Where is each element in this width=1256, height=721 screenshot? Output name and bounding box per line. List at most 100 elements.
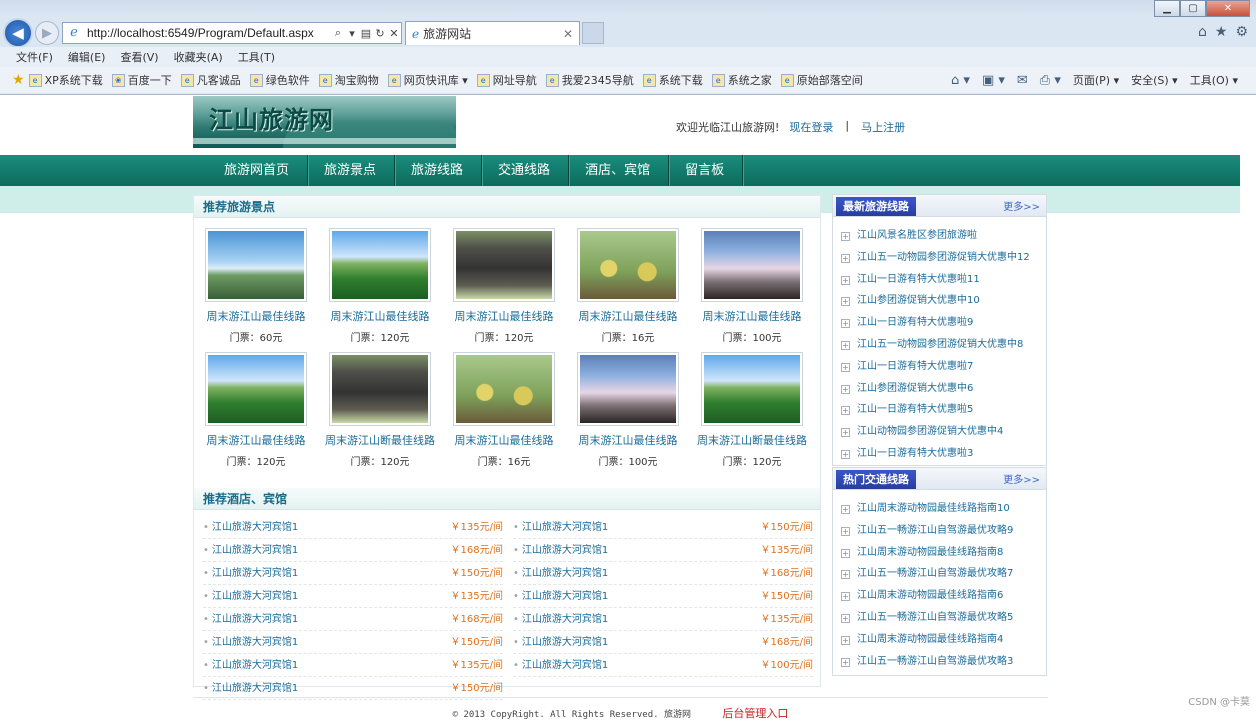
menu-view[interactable]: 查看(V): [120, 49, 158, 65]
menu-file[interactable]: 文件(F): [16, 49, 53, 65]
hotel-name[interactable]: 江山旅游大河宾馆1: [212, 660, 298, 671]
spot-card[interactable]: 周末游江山断最佳线路 门票：120元: [696, 352, 808, 470]
minimize-button[interactable]: ▁: [1154, 0, 1180, 17]
hotel-row[interactable]: • 江山旅游大河宾馆1 ￥135元/间: [513, 539, 813, 562]
spot-name[interactable]: 周末游江山最佳线路: [200, 432, 312, 448]
route-link[interactable]: + 江山参团游促销大优惠中6: [841, 378, 973, 400]
route-link[interactable]: + 江山参团游促销大优惠中10: [841, 290, 980, 312]
back-button[interactable]: ◀: [3, 18, 33, 48]
route-label[interactable]: 江山五一畅游江山自驾游最优攻略9: [857, 525, 1013, 536]
tab-close-icon[interactable]: ✕: [563, 27, 579, 41]
hotel-name[interactable]: 江山旅游大河宾馆1: [212, 568, 298, 579]
spot-card[interactable]: 周末游江山最佳线路 门票：16元: [572, 228, 684, 346]
route-label[interactable]: 江山五一畅游江山自驾游最优攻略5: [857, 612, 1013, 623]
register-link[interactable]: 马上注册: [861, 119, 905, 135]
fav-link[interactable]: e 系统下载: [642, 72, 703, 88]
spot-thumbnail[interactable]: [453, 228, 555, 302]
spot-name[interactable]: 周末游江山断最佳线路: [696, 432, 808, 448]
route-label[interactable]: 江山一日游有特大优惠啦3: [857, 448, 973, 459]
spot-thumbnail[interactable]: [453, 352, 555, 426]
hotel-name[interactable]: 江山旅游大河宾馆1: [522, 637, 608, 648]
hotel-row[interactable]: • 江山旅游大河宾馆1 ￥168元/间: [203, 608, 503, 631]
cmd-tools[interactable]: 工具(O) ▾: [1190, 72, 1238, 88]
nav-traffic[interactable]: 交通线路: [482, 155, 570, 186]
route-link[interactable]: + 江山五一畅游江山自驾游最优攻略7: [841, 563, 1013, 585]
menu-edit[interactable]: 编辑(E): [68, 49, 106, 65]
route-link[interactable]: + 江山五一畅游江山自驾游最优攻略5: [841, 607, 1013, 629]
spot-card[interactable]: 周末游江山断最佳线路 门票：120元: [324, 352, 436, 470]
hotel-row[interactable]: • 江山旅游大河宾馆1 ￥135元/间: [203, 585, 503, 608]
route-label[interactable]: 江山周末游动物园最佳线路指南6: [857, 590, 1003, 601]
cmd-safety[interactable]: 安全(S) ▾: [1131, 72, 1178, 88]
maximize-button[interactable]: ▢: [1180, 0, 1206, 17]
fav-link[interactable]: e 网页快讯库 ▾: [387, 72, 468, 88]
latest-more-link[interactable]: 更多>>: [1003, 198, 1040, 213]
hotel-name[interactable]: 江山旅游大河宾馆1: [212, 614, 298, 625]
fav-link[interactable]: e 原始部落空间: [780, 72, 863, 88]
fav-link[interactable]: ❀ 百度一下: [111, 72, 172, 88]
fav-link[interactable]: e 凡客诚品: [180, 72, 241, 88]
spot-card[interactable]: 周末游江山最佳线路 门票：100元: [696, 228, 808, 346]
gear-icon[interactable]: ⚙: [1235, 24, 1248, 40]
mail-icon[interactable]: ✉: [1017, 73, 1028, 88]
spot-name[interactable]: 周末游江山最佳线路: [696, 308, 808, 324]
route-label[interactable]: 江山一日游有特大优惠啦5: [857, 404, 973, 415]
route-label[interactable]: 江山风景名胜区参团旅游啦: [857, 230, 977, 241]
route-label[interactable]: 江山一日游有特大优惠啦7: [857, 361, 973, 372]
route-label[interactable]: 江山五一动物园参团游促销大优惠中12: [857, 252, 1030, 263]
menu-favorites[interactable]: 收藏夹(A): [174, 49, 223, 65]
home-icon[interactable]: ⌂: [1198, 24, 1207, 40]
hotel-row[interactable]: • 江山旅游大河宾馆1 ￥150元/间: [203, 562, 503, 585]
cmd-page[interactable]: 页面(P) ▾: [1073, 72, 1119, 88]
hotel-name[interactable]: 江山旅游大河宾馆1: [212, 545, 298, 556]
nav-home[interactable]: 旅游网首页: [208, 155, 309, 186]
spot-card[interactable]: 周末游江山最佳线路 门票：120元: [448, 228, 560, 346]
route-link[interactable]: + 江山周末游动物园最佳线路指南4: [841, 629, 1003, 651]
spot-thumbnail[interactable]: [577, 352, 679, 426]
hotel-row[interactable]: • 江山旅游大河宾馆1 ￥150元/间: [513, 516, 813, 539]
fav-link[interactable]: e 我爱2345导航: [545, 72, 634, 88]
spot-name[interactable]: 周末游江山最佳线路: [572, 308, 684, 324]
hotel-row[interactable]: • 江山旅游大河宾馆1 ￥135元/间: [203, 516, 503, 539]
login-link[interactable]: 现在登录: [789, 119, 833, 135]
route-label[interactable]: 江山一日游有特大优惠啦11: [857, 274, 980, 285]
fav-link[interactable]: e 网址导航: [476, 72, 537, 88]
route-label[interactable]: 江山动物园参团游促销大优惠中4: [857, 426, 1003, 437]
route-link[interactable]: + 江山一日游有特大优惠啦11: [841, 269, 980, 291]
spot-name[interactable]: 周末游江山最佳线路: [448, 432, 560, 448]
hotel-row[interactable]: • 江山旅游大河宾馆1 ￥150元/间: [203, 631, 503, 654]
hotel-row[interactable]: • 江山旅游大河宾馆1 ￥135元/间: [513, 608, 813, 631]
address-bar[interactable]: ℯ http://localhost:6549/Program/Default.…: [62, 22, 402, 44]
route-link[interactable]: + 江山周末游动物园最佳线路指南6: [841, 585, 1003, 607]
spot-thumbnail[interactable]: [205, 352, 307, 426]
favorites-star-icon[interactable]: ★: [1215, 24, 1228, 40]
hotel-row[interactable]: • 江山旅游大河宾馆1 ￥100元/间: [513, 654, 813, 677]
route-link[interactable]: + 江山一日游有特大优惠啦9: [841, 312, 973, 334]
route-label[interactable]: 江山五一动物园参团游促销大优惠中8: [857, 339, 1023, 350]
hotel-row[interactable]: • 江山旅游大河宾馆1 ￥168元/间: [513, 562, 813, 585]
hotel-name[interactable]: 江山旅游大河宾馆1: [522, 591, 608, 602]
hotel-name[interactable]: 江山旅游大河宾馆1: [212, 683, 298, 694]
hotel-row[interactable]: • 江山旅游大河宾馆1 ￥135元/间: [203, 654, 503, 677]
fav-link[interactable]: e 系统之家: [711, 72, 772, 88]
new-tab-button[interactable]: [582, 22, 604, 44]
hotel-name[interactable]: 江山旅游大河宾馆1: [522, 522, 608, 533]
dropdown-arrow-icon[interactable]: ▾: [345, 27, 359, 40]
route-link[interactable]: + 江山周末游动物园最佳线路指南8: [841, 542, 1003, 564]
route-label[interactable]: 江山周末游动物园最佳线路指南10: [857, 503, 1010, 514]
hotel-name[interactable]: 江山旅游大河宾馆1: [212, 637, 298, 648]
route-link[interactable]: + 江山五一畅游江山自驾游最优攻略3: [841, 651, 1013, 673]
route-link[interactable]: + 江山一日游有特大优惠啦3: [841, 443, 973, 465]
route-link[interactable]: + 江山一日游有特大优惠啦7: [841, 356, 973, 378]
refresh-icon[interactable]: ↻: [373, 27, 387, 40]
spot-name[interactable]: 周末游江山断最佳线路: [324, 432, 436, 448]
hotel-row[interactable]: • 江山旅游大河宾馆1 ￥168元/间: [203, 539, 503, 562]
route-link[interactable]: + 江山一日游有特大优惠啦5: [841, 399, 973, 421]
search-icon[interactable]: ⌕: [331, 27, 345, 40]
route-link[interactable]: + 江山周末游动物园最佳线路指南10: [841, 498, 1010, 520]
route-label[interactable]: 江山周末游动物园最佳线路指南8: [857, 547, 1003, 558]
fav-link[interactable]: e 淘宝购物: [318, 72, 379, 88]
nav-guestbook[interactable]: 留言板: [669, 155, 744, 186]
nav-hotels[interactable]: 酒店、宾馆: [569, 155, 670, 186]
hotel-name[interactable]: 江山旅游大河宾馆1: [522, 660, 608, 671]
